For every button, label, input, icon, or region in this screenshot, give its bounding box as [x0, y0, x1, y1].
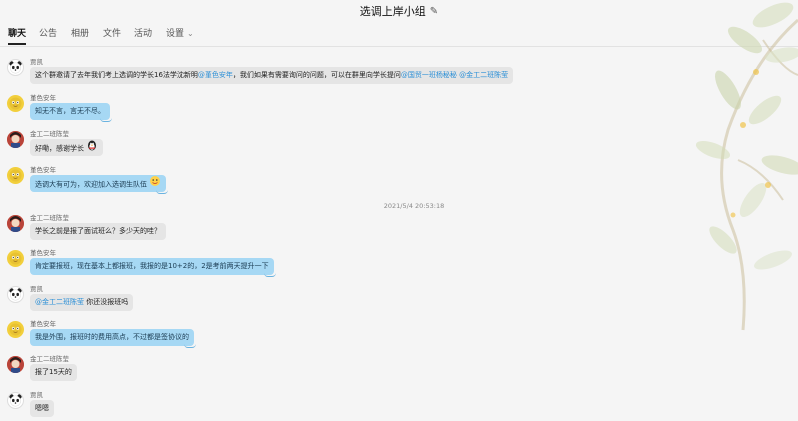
mention-link[interactable]: @国贸一班杨秘秘 [401, 71, 457, 79]
avatar[interactable] [7, 131, 24, 148]
message-text: 选调大有可为，欢迎加入选调生队伍 [35, 180, 147, 189]
message-bubble[interactable]: 嗯嗯 [30, 400, 54, 417]
tab-bar: 聊天 公告 相册 文件 活动 设置 ⌄ [0, 24, 798, 47]
message-text: 你还没报班吗 [84, 298, 129, 306]
sender-name: 堇色安年 [30, 94, 56, 102]
mention-link[interactable]: @金工二班陈莹 [35, 298, 84, 306]
panda-avatar-icon [9, 394, 22, 407]
sender-name: 金工二班陈莹 [30, 214, 69, 222]
message-timestamp: 2021/5/4 20:53:18 [383, 202, 445, 210]
window-title: 选调上岸小组 [359, 5, 426, 18]
avatar[interactable] [7, 356, 24, 373]
girl-avatar-icon [7, 215, 24, 232]
message-text: 知无不言，言无不尽。 [35, 107, 105, 115]
message-bubble[interactable]: 好嘞，感谢学长 [30, 139, 103, 156]
message-bubble[interactable]: 知无不言，言无不尽。 [30, 103, 112, 122]
face-emoji-icon [149, 175, 161, 194]
message-text: 肯定要报班，现在基本上都报班，我报的是10+2的，2是考前两天提升一下 [35, 262, 269, 270]
avatar[interactable] [7, 321, 24, 338]
message-bubble[interactable]: 我是外围，报班时的费用高点，不过都是签协议的 [30, 329, 196, 348]
tab-activities[interactable]: 活动 [134, 27, 152, 41]
avatar[interactable] [7, 59, 24, 76]
panda-avatar-icon [9, 288, 22, 301]
message-bubble[interactable]: @金工二班陈莹 你还没报班吗 [30, 294, 134, 311]
message-text: 我是外围，报班时的费用高点，不过都是签协议的 [35, 333, 189, 341]
sender-name: 堇色安年 [30, 320, 56, 328]
sender-name: 堇色安年 [30, 166, 56, 174]
message-bubble[interactable]: 学长之前是报了面试班么？多少天的哇？ [30, 223, 166, 240]
message-text: 学长之前是报了面试班么？多少天的哇？ [35, 227, 161, 235]
avatar[interactable] [7, 95, 24, 112]
message-text: 这个群邀请了去年我们考上选调的学长16法学沈新明 [35, 71, 198, 79]
tab-album[interactable]: 相册 [71, 27, 89, 41]
avatar[interactable] [7, 167, 24, 184]
sender-name: 贾凯 [30, 391, 43, 399]
avatar[interactable] [7, 250, 24, 267]
tab-settings-label: 设置 [166, 29, 185, 39]
mention-link[interactable]: @金工二班陈莹 [459, 71, 508, 79]
sender-name: 贾凯 [30, 58, 43, 66]
message-bubble[interactable]: 肯定要报班，现在基本上都报班，我报的是10+2的，2是考前两天提升一下 [30, 258, 276, 277]
avatar[interactable] [7, 215, 24, 232]
sender-name: 堇色安年 [30, 249, 56, 257]
title-bar: 选调上岸小组 ✎ [0, 0, 798, 22]
cartoon-avatar-icon [9, 252, 22, 265]
sender-name: 金工二班陈莹 [30, 130, 69, 138]
pencil-icon[interactable]: ✎ [430, 6, 438, 17]
girl-avatar-icon [7, 131, 24, 148]
cartoon-avatar-icon [9, 97, 22, 110]
avatar[interactable] [7, 392, 24, 409]
penguin-emoji-icon [86, 139, 98, 158]
tab-announcements[interactable]: 公告 [39, 27, 57, 41]
avatar[interactable] [7, 286, 24, 303]
message-bubble[interactable]: 这个群邀请了去年我们考上选调的学长16法学沈新明@堇色安年，我们如果有需要询问的… [30, 67, 514, 84]
tab-chat[interactable]: 聊天 [8, 27, 27, 45]
sender-name: 金工二班陈莹 [30, 355, 69, 363]
message-text: 报了15天的 [35, 368, 72, 376]
tab-files[interactable]: 文件 [103, 27, 121, 41]
panda-avatar-icon [9, 61, 22, 74]
message-text: 嗯嗯 [35, 404, 49, 412]
mention-link[interactable]: @堇色安年 [198, 71, 233, 79]
message-bubble[interactable]: 选调大有可为，欢迎加入选调生队伍 [30, 175, 168, 194]
sender-name: 贾凯 [30, 285, 43, 293]
message-bubble[interactable]: 报了15天的 [30, 364, 77, 381]
tab-settings[interactable]: 设置 ⌄ [166, 27, 194, 41]
cartoon-avatar-icon [9, 323, 22, 336]
message-text: ，我们如果有需要询问的问题，可以在群里向学长提问 [232, 71, 401, 79]
girl-avatar-icon [7, 356, 24, 373]
chat-history[interactable]: 贾凯 这个群邀请了去年我们考上选调的学长16法学沈新明@堇色安年，我们如果有需要… [0, 47, 798, 421]
cartoon-avatar-icon [9, 169, 22, 182]
chevron-down-icon: ⌄ [187, 29, 194, 38]
message-text: 好嘞，感谢学长 [35, 144, 84, 153]
